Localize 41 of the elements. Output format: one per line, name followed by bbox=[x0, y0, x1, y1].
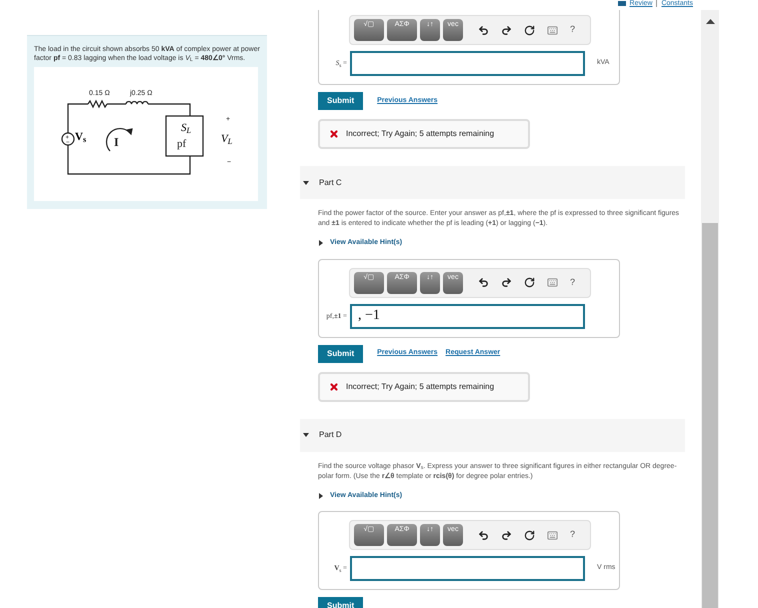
answer-field[interactable] bbox=[350, 51, 585, 76]
undo-icon[interactable] bbox=[478, 24, 489, 36]
reset-icon[interactable] bbox=[524, 277, 535, 288]
keyboard-icon[interactable] bbox=[547, 530, 558, 540]
redo-icon[interactable] bbox=[501, 24, 512, 36]
reset-icon[interactable] bbox=[524, 24, 535, 36]
part-header[interactable]: Part D bbox=[300, 418, 685, 452]
undo-icon[interactable] bbox=[478, 277, 489, 288]
redo-icon[interactable] bbox=[501, 277, 512, 288]
help-button[interactable]: ? bbox=[570, 23, 576, 37]
load-pf-label: pf bbox=[177, 138, 186, 150]
redo-icon[interactable] bbox=[501, 530, 512, 540]
submit-button[interactable]: Submit bbox=[318, 344, 364, 362]
expand-caret-icon[interactable] bbox=[303, 432, 309, 438]
load-power-label: S$_{L}$ bbox=[180, 123, 192, 134]
part-title: Part C bbox=[319, 176, 342, 188]
scroll-up-icon[interactable] bbox=[706, 19, 714, 24]
help-button[interactable]: ? bbox=[570, 528, 576, 542]
scrollbar-thumb[interactable] bbox=[702, 223, 718, 608]
current-label: I bbox=[114, 135, 119, 149]
keyboard-icon[interactable] bbox=[547, 277, 558, 288]
answer-field[interactable] bbox=[350, 556, 585, 581]
source-voltage-label: V$_{s}$ bbox=[75, 132, 88, 143]
reset-icon[interactable] bbox=[524, 530, 535, 540]
load-voltage-label: V$_{L}$ bbox=[221, 134, 234, 145]
hint-caret-icon[interactable] bbox=[318, 492, 324, 499]
scrollbar[interactable] bbox=[701, 10, 719, 608]
expand-caret-icon[interactable] bbox=[303, 180, 309, 186]
hint-caret-icon[interactable] bbox=[318, 240, 324, 246]
feedback-text: Incorrect; Try Again; 5 attempts remaining bbox=[346, 380, 494, 392]
part-header[interactable]: Part C bbox=[300, 166, 685, 199]
submit-button[interactable]: Submit bbox=[318, 597, 364, 608]
submit-button[interactable]: Submit bbox=[318, 92, 364, 110]
answer-field[interactable]: , −1 bbox=[350, 304, 585, 328]
keyboard-icon[interactable] bbox=[547, 24, 558, 36]
part-title: Part D bbox=[319, 429, 342, 441]
help-button[interactable]: ? bbox=[570, 276, 576, 290]
feedback-text: Incorrect; Try Again; 5 attempts remaining bbox=[346, 128, 494, 140]
undo-icon[interactable] bbox=[478, 530, 489, 540]
incorrect-icon bbox=[329, 382, 339, 392]
incorrect-icon bbox=[329, 129, 339, 139]
